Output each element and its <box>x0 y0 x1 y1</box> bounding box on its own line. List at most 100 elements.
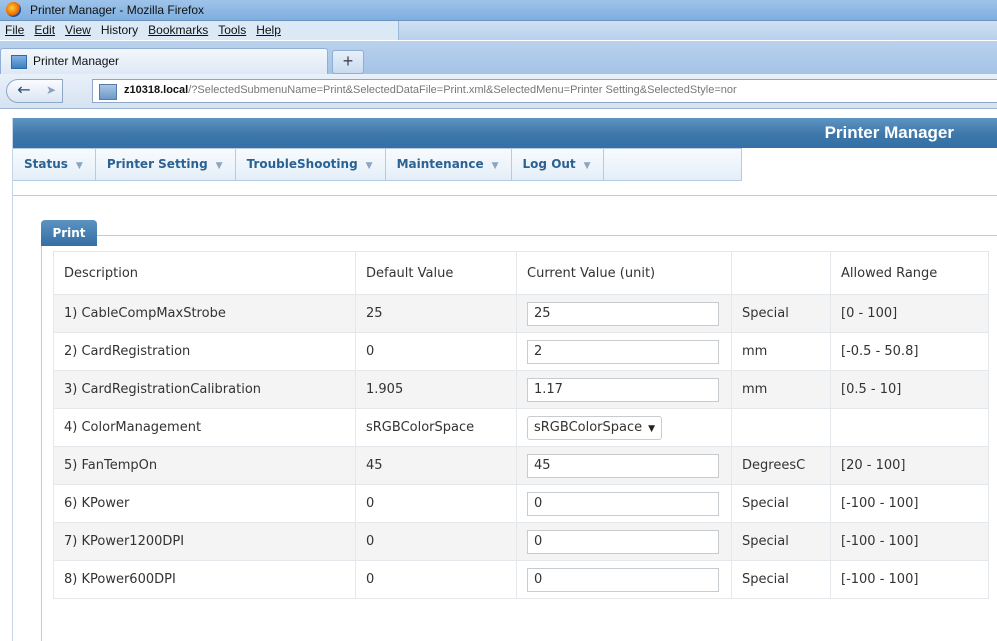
window-title: Printer Manager - Mozilla Firefox <box>30 3 205 17</box>
cell-range: [-100 - 100] <box>830 522 989 561</box>
cell-current: 25 <box>516 294 732 333</box>
cell-unit: Special <box>731 294 831 333</box>
column-header: Allowed Range <box>830 251 989 295</box>
cell-range: [-100 - 100] <box>830 560 989 599</box>
cell-unit: mm <box>731 332 831 371</box>
current-value-input[interactable]: 45 <box>527 453 719 478</box>
menu-view[interactable]: View <box>60 21 96 40</box>
divider <box>13 195 997 196</box>
cell-description: 2) CardRegistration <box>53 332 356 371</box>
browser-menubar: File Edit View History Bookmarks Tools H… <box>0 21 997 40</box>
menu-bookmarks[interactable]: Bookmarks <box>143 21 213 40</box>
cell-description: 8) KPower600DPI <box>53 560 356 599</box>
cell-current: 1.17 <box>516 370 732 409</box>
cell-unit: Special <box>731 560 831 599</box>
table-row: 8) KPower600DPI 0 0 Special [-100 - 100] <box>53 560 989 599</box>
cell-default: 0 <box>355 484 517 523</box>
current-value-select[interactable]: sRGBColorSpace ▼ <box>527 415 663 440</box>
menu-edit[interactable]: Edit <box>29 21 60 40</box>
table-row: 2) CardRegistration 0 2 mm [-0.5 - 50.8] <box>53 332 989 371</box>
dropdown-arrow-icon: ▼ <box>648 423 656 434</box>
table-row: 5) FanTempOn 45 45 DegreesC [20 - 100] <box>53 446 989 485</box>
cell-unit: mm <box>731 370 831 409</box>
column-header: Current Value (unit) <box>516 251 732 295</box>
browser-tab[interactable]: Printer Manager <box>0 48 328 75</box>
cell-description: 4) ColorManagement <box>53 408 356 447</box>
menu-troubleshooting[interactable]: TroubleShooting ▼ <box>236 149 386 180</box>
cell-current: sRGBColorSpace ▼ <box>516 408 732 447</box>
menu-help[interactable]: Help <box>251 21 286 40</box>
table-header-row: Description Default Value Current Value … <box>53 251 989 295</box>
panel-border <box>97 235 997 236</box>
current-value-input[interactable]: 2 <box>527 339 719 364</box>
current-value-input[interactable]: 0 <box>527 529 719 554</box>
menu-tools[interactable]: Tools <box>213 21 251 40</box>
table-row: 7) KPower1200DPI 0 0 Special [-100 - 100… <box>53 522 989 561</box>
cell-default: 1.905 <box>355 370 517 409</box>
cell-current: 0 <box>516 484 732 523</box>
cell-default: 0 <box>355 522 517 561</box>
app-brand: Printer Manager <box>824 123 954 142</box>
caret-down-icon: ▼ <box>583 161 591 171</box>
caret-down-icon: ▼ <box>491 161 499 171</box>
cell-unit: Special <box>731 484 831 523</box>
firefox-icon <box>6 2 21 17</box>
caret-down-icon: ▼ <box>75 161 83 171</box>
tab-strip: Printer Manager + <box>0 41 997 75</box>
menu-status[interactable]: Status ▼ <box>13 149 96 180</box>
caret-down-icon: ▼ <box>365 161 373 171</box>
arrow-right-icon: ➤ <box>45 83 57 97</box>
navigation-bar: ← ➤ z10318.local/?SelectedSubmenuName=Pr… <box>0 74 997 109</box>
cell-default: 0 <box>355 560 517 599</box>
window-titlebar: Printer Manager - Mozilla Firefox <box>0 0 997 21</box>
table-row: 4) ColorManagement sRGBColorSpace sRGBCo… <box>53 408 989 447</box>
column-header: Description <box>53 251 356 295</box>
tab-title: Printer Manager <box>33 54 120 68</box>
cell-range: [0.5 - 10] <box>830 370 989 409</box>
cell-range: [-100 - 100] <box>830 484 989 523</box>
cell-current: 45 <box>516 446 732 485</box>
cell-current: 0 <box>516 522 732 561</box>
forward-button[interactable]: ➤ <box>40 79 63 103</box>
cell-current: 2 <box>516 332 732 371</box>
cell-range <box>830 408 989 447</box>
page-favicon-icon <box>11 55 27 69</box>
current-value-input[interactable]: 1.17 <box>527 377 719 402</box>
menu-maintenance[interactable]: Maintenance ▼ <box>386 149 512 180</box>
cell-unit <box>731 408 831 447</box>
address-bar[interactable]: z10318.local/?SelectedSubmenuName=Print&… <box>92 79 997 103</box>
table-row: 3) CardRegistrationCalibration 1.905 1.1… <box>53 370 989 409</box>
menu-history[interactable]: History <box>96 21 143 40</box>
current-value-input[interactable]: 0 <box>527 567 719 592</box>
cell-description: 3) CardRegistrationCalibration <box>53 370 356 409</box>
menu-printer-setting[interactable]: Printer Setting ▼ <box>96 149 236 180</box>
cell-description: 1) CableCompMaxStrobe <box>53 294 356 333</box>
section-tab-print[interactable]: Print <box>41 220 97 246</box>
cell-default: 25 <box>355 294 517 333</box>
app-menu: Status ▼ Printer Setting ▼ TroubleShooting… <box>13 148 742 181</box>
back-button[interactable]: ← <box>6 79 42 103</box>
url-text: z10318.local/?SelectedSubmenuName=Print&… <box>124 84 737 96</box>
app-header: Printer Manager <box>13 118 997 148</box>
cell-default: 0 <box>355 332 517 371</box>
cell-description: 7) KPower1200DPI <box>53 522 356 561</box>
table-row: 1) CableCompMaxStrobe 25 25 Special [0 -… <box>53 294 989 333</box>
site-identity-icon[interactable] <box>99 84 117 100</box>
settings-table: Description Default Value Current Value … <box>53 251 989 599</box>
menu-log-out[interactable]: Log Out ▼ <box>512 149 604 180</box>
cell-range: [-0.5 - 50.8] <box>830 332 989 371</box>
current-value-input[interactable]: 25 <box>527 301 719 326</box>
column-header <box>731 251 831 295</box>
current-value-input[interactable]: 0 <box>527 491 719 516</box>
menu-file[interactable]: File <box>0 21 29 40</box>
column-header: Default Value <box>355 251 517 295</box>
cell-description: 6) KPower <box>53 484 356 523</box>
cell-default: 45 <box>355 446 517 485</box>
panel-border <box>41 246 42 641</box>
cell-range: [20 - 100] <box>830 446 989 485</box>
new-tab-button[interactable]: + <box>332 50 364 74</box>
cell-description: 5) FanTempOn <box>53 446 356 485</box>
page-content: Printer Manager Status ▼ Printer Setting ▼… <box>12 118 997 641</box>
cell-range: [0 - 100] <box>830 294 989 333</box>
arrow-left-icon: ← <box>17 80 31 99</box>
